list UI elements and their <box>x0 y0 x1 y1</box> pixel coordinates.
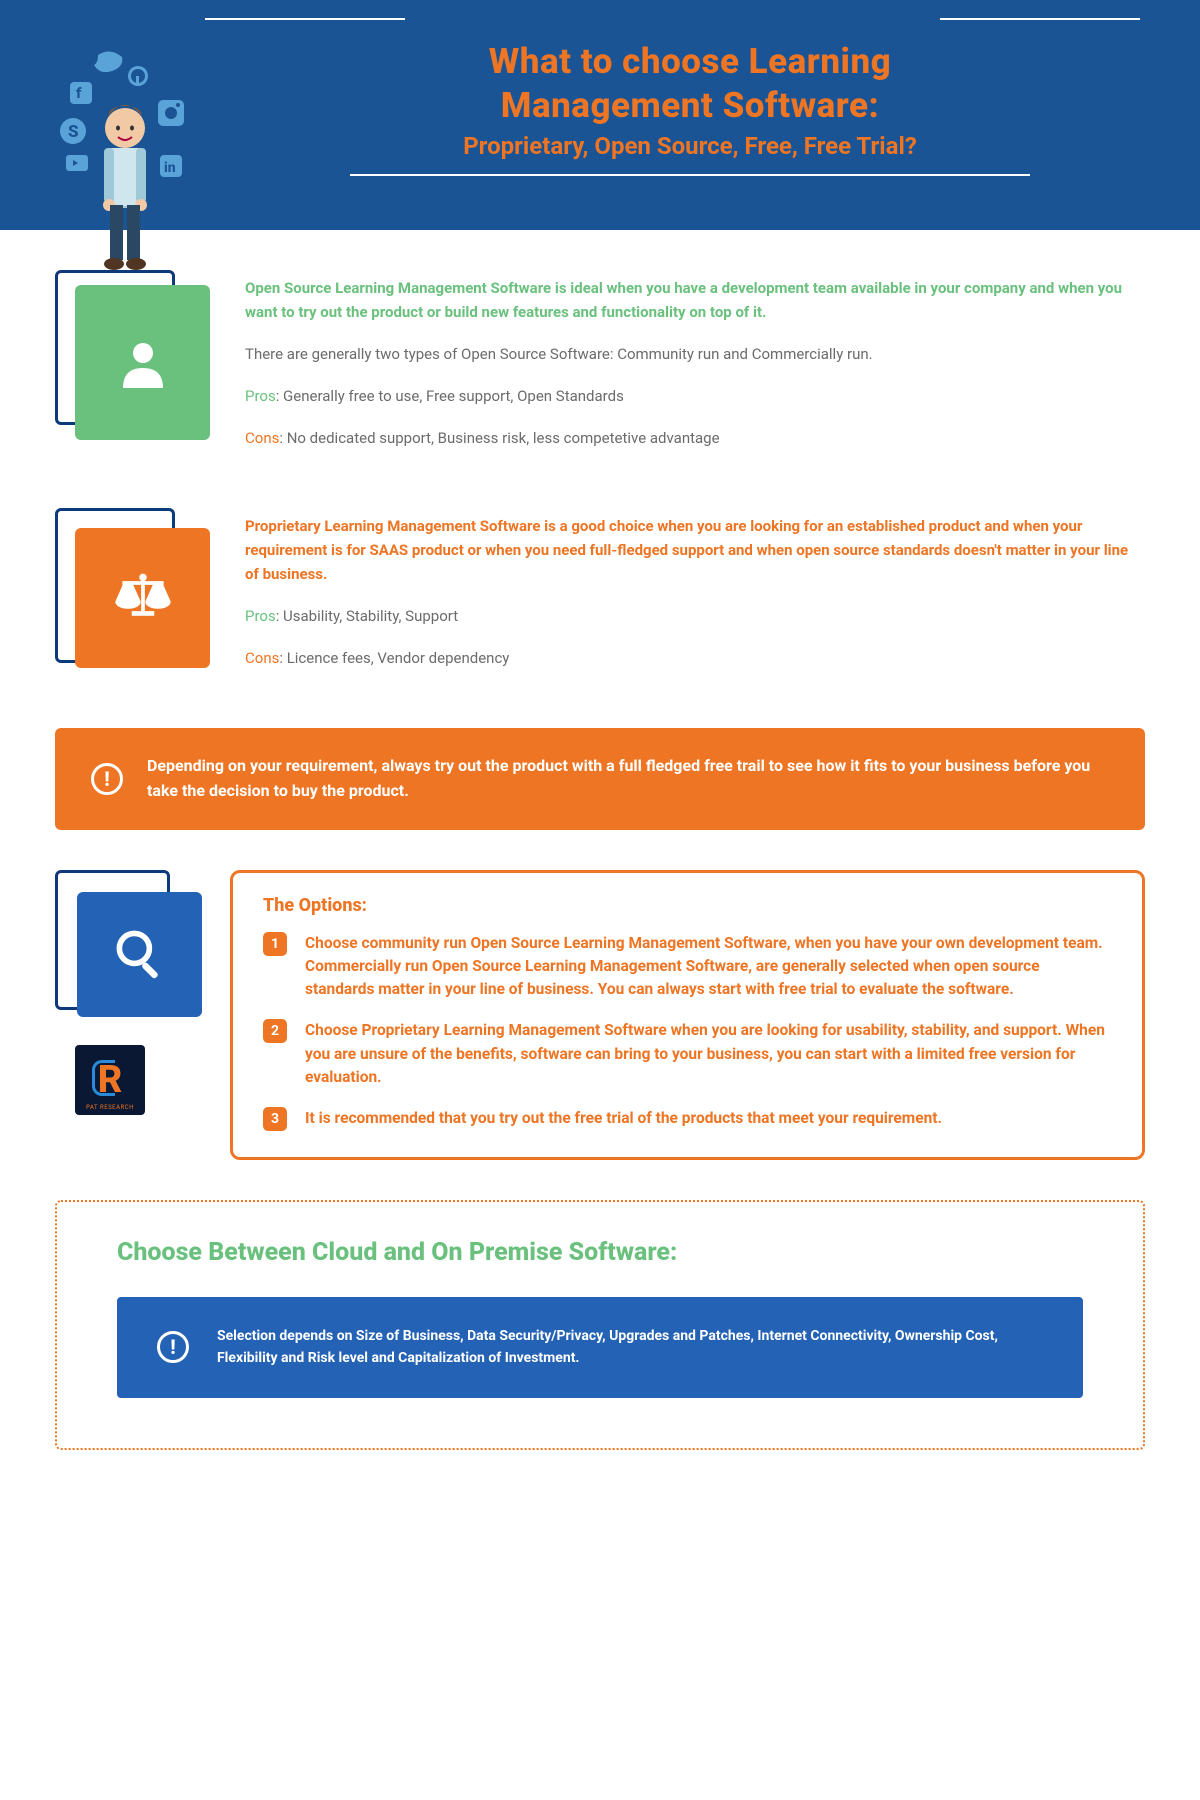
cloud-onprem-section: Choose Between Cloud and On Premise Soft… <box>55 1200 1145 1450</box>
option-number: 2 <box>263 1019 287 1043</box>
cloud-text: Selection depends on Size of Business, D… <box>217 1325 1043 1370</box>
cloud-banner: ! Selection depends on Size of Business,… <box>117 1297 1083 1398</box>
svg-text:in: in <box>164 160 176 176</box>
alert-icon: ! <box>157 1331 189 1363</box>
svg-text:S: S <box>68 122 79 142</box>
search-icon <box>77 892 202 1017</box>
alert-icon: ! <box>91 763 123 795</box>
open-source-pros: Pros: Generally free to use, Free suppor… <box>245 384 1145 408</box>
avatar-illustration: f S in <box>60 40 220 275</box>
open-source-types: There are generally two types of Open So… <box>245 342 1145 366</box>
option-item: 2 Choose Proprietary Learning Management… <box>263 1019 1112 1089</box>
header: f S in What to choose Learning Managemen… <box>0 0 1200 230</box>
page-title-line2: Management Software: <box>240 84 1140 128</box>
person-icon <box>75 285 210 440</box>
option-number: 3 <box>263 1107 287 1131</box>
proprietary-intro: Proprietary Learning Management Software… <box>245 514 1145 586</box>
pat-research-logo: R PAT RESEARCH <box>75 1045 145 1115</box>
option-text: Choose community run Open Source Learnin… <box>305 932 1112 1002</box>
section-proprietary: Proprietary Learning Management Software… <box>55 508 1145 688</box>
proprietary-cons: Cons: Licence fees, Vendor dependency <box>245 646 1145 670</box>
page-subtitle: Proprietary, Open Source, Free, Free Tri… <box>240 132 1140 160</box>
header-decor-lines <box>205 18 1140 20</box>
twitter-icon <box>94 51 122 72</box>
option-item: 1 Choose community run Open Source Learn… <box>263 932 1112 1002</box>
option-text: It is recommended that you try out the f… <box>305 1107 942 1131</box>
scales-icon <box>75 528 210 668</box>
svg-text:f: f <box>76 84 82 102</box>
options-title: The Options: <box>263 895 1112 916</box>
open-source-intro: Open Source Learning Management Software… <box>245 276 1145 324</box>
section-open-source: Open Source Learning Management Software… <box>55 270 1145 468</box>
cloud-title: Choose Between Cloud and On Premise Soft… <box>117 1238 1083 1267</box>
open-source-cons: Cons: No dedicated support, Business ris… <box>245 426 1145 450</box>
free-trial-text: Depending on your requirement, always tr… <box>147 754 1109 804</box>
header-underline <box>350 174 1030 176</box>
option-number: 1 <box>263 932 287 956</box>
option-text: Choose Proprietary Learning Management S… <box>305 1019 1112 1089</box>
page-title-line1: What to choose Learning <box>240 40 1140 84</box>
option-item: 3 It is recommended that you try out the… <box>263 1107 1112 1131</box>
proprietary-pros: Pros: Usability, Stability, Support <box>245 604 1145 628</box>
free-trial-banner: ! Depending on your requirement, always … <box>55 728 1145 830</box>
options-box: The Options: 1 Choose community run Open… <box>230 870 1145 1161</box>
